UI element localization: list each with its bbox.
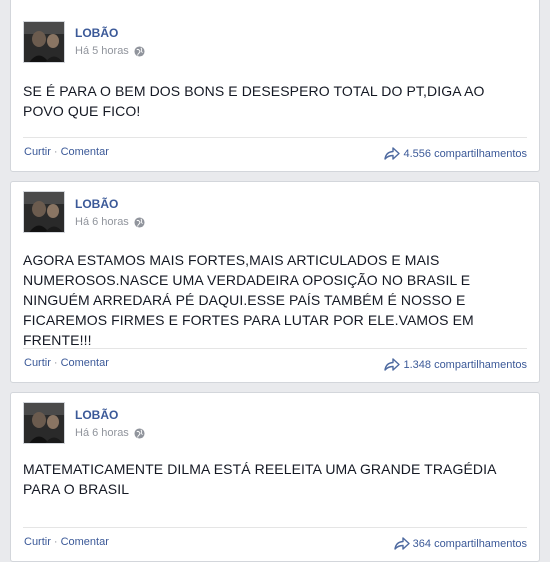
post-card: LOBÃO Há 5 horas SE É PARA O BEM DOS BON… <box>10 0 540 172</box>
post-meta: Há 5 horas <box>75 45 145 57</box>
post-card: LOBÃO Há 6 horas MATEMATICAMENTE DILMA E… <box>10 392 540 562</box>
post-text: AGORA ESTAMOS MAIS FORTES,MAIS ARTICULAD… <box>23 252 474 348</box>
timestamp[interactable]: Há 6 horas <box>75 216 129 228</box>
like-link[interactable]: Curtir <box>24 357 51 369</box>
author-name[interactable]: LOBÃO <box>75 408 118 422</box>
post-meta: Há 6 horas <box>75 216 145 228</box>
post-meta: Há 6 horas <box>75 427 145 439</box>
timestamp[interactable]: Há 5 horas <box>75 45 129 57</box>
author-name[interactable]: LOBÃO <box>75 197 118 211</box>
avatar[interactable] <box>23 402 65 444</box>
globe-icon[interactable] <box>134 45 145 57</box>
like-link[interactable]: Curtir <box>24 146 51 158</box>
profile-photo-icon <box>24 403 64 443</box>
action-separator: · <box>53 146 58 158</box>
post-actions: Curtir · Comentar <box>24 357 109 369</box>
post-footer: Curtir · Comentar 4.556 compartilhamentos <box>23 137 527 171</box>
post-text: SE É PARA O BEM DOS BONS E DESESPERO TOT… <box>23 83 485 119</box>
action-separator: · <box>53 357 58 369</box>
action-separator: · <box>53 536 58 548</box>
post-actions: Curtir · Comentar <box>24 536 109 548</box>
share-icon <box>393 537 410 550</box>
avatar[interactable] <box>23 21 65 63</box>
shares-link[interactable]: 4.556 compartilhamentos <box>384 147 527 160</box>
post-footer: Curtir · Comentar 1.348 compartilhamentos <box>23 348 527 382</box>
profile-photo-icon <box>24 22 64 62</box>
like-link[interactable]: Curtir <box>24 536 51 548</box>
comment-link[interactable]: Comentar <box>61 357 109 369</box>
profile-photo-icon <box>24 192 64 232</box>
shares-link[interactable]: 364 compartilhamentos <box>393 537 527 550</box>
post-footer: Curtir · Comentar 364 compartilhamentos <box>23 527 527 561</box>
comment-link[interactable]: Comentar <box>61 536 109 548</box>
author-name[interactable]: LOBÃO <box>75 26 118 40</box>
share-icon <box>384 147 401 160</box>
post-text: MATEMATICAMENTE DILMA ESTÁ REELEITA UMA … <box>23 461 496 497</box>
timestamp[interactable]: Há 6 horas <box>75 427 129 439</box>
avatar[interactable] <box>23 191 65 233</box>
post-card: LOBÃO Há 6 horas AGORA ESTAMOS MAIS FORT… <box>10 181 540 383</box>
comment-link[interactable]: Comentar <box>61 146 109 158</box>
shares-link[interactable]: 1.348 compartilhamentos <box>384 358 527 371</box>
globe-icon[interactable] <box>134 427 145 439</box>
shares-count: 364 compartilhamentos <box>412 537 527 550</box>
globe-icon[interactable] <box>134 216 145 228</box>
shares-count: 4.556 compartilhamentos <box>403 147 527 160</box>
post-actions: Curtir · Comentar <box>24 146 109 158</box>
shares-count: 1.348 compartilhamentos <box>403 358 527 371</box>
share-icon <box>384 358 401 371</box>
